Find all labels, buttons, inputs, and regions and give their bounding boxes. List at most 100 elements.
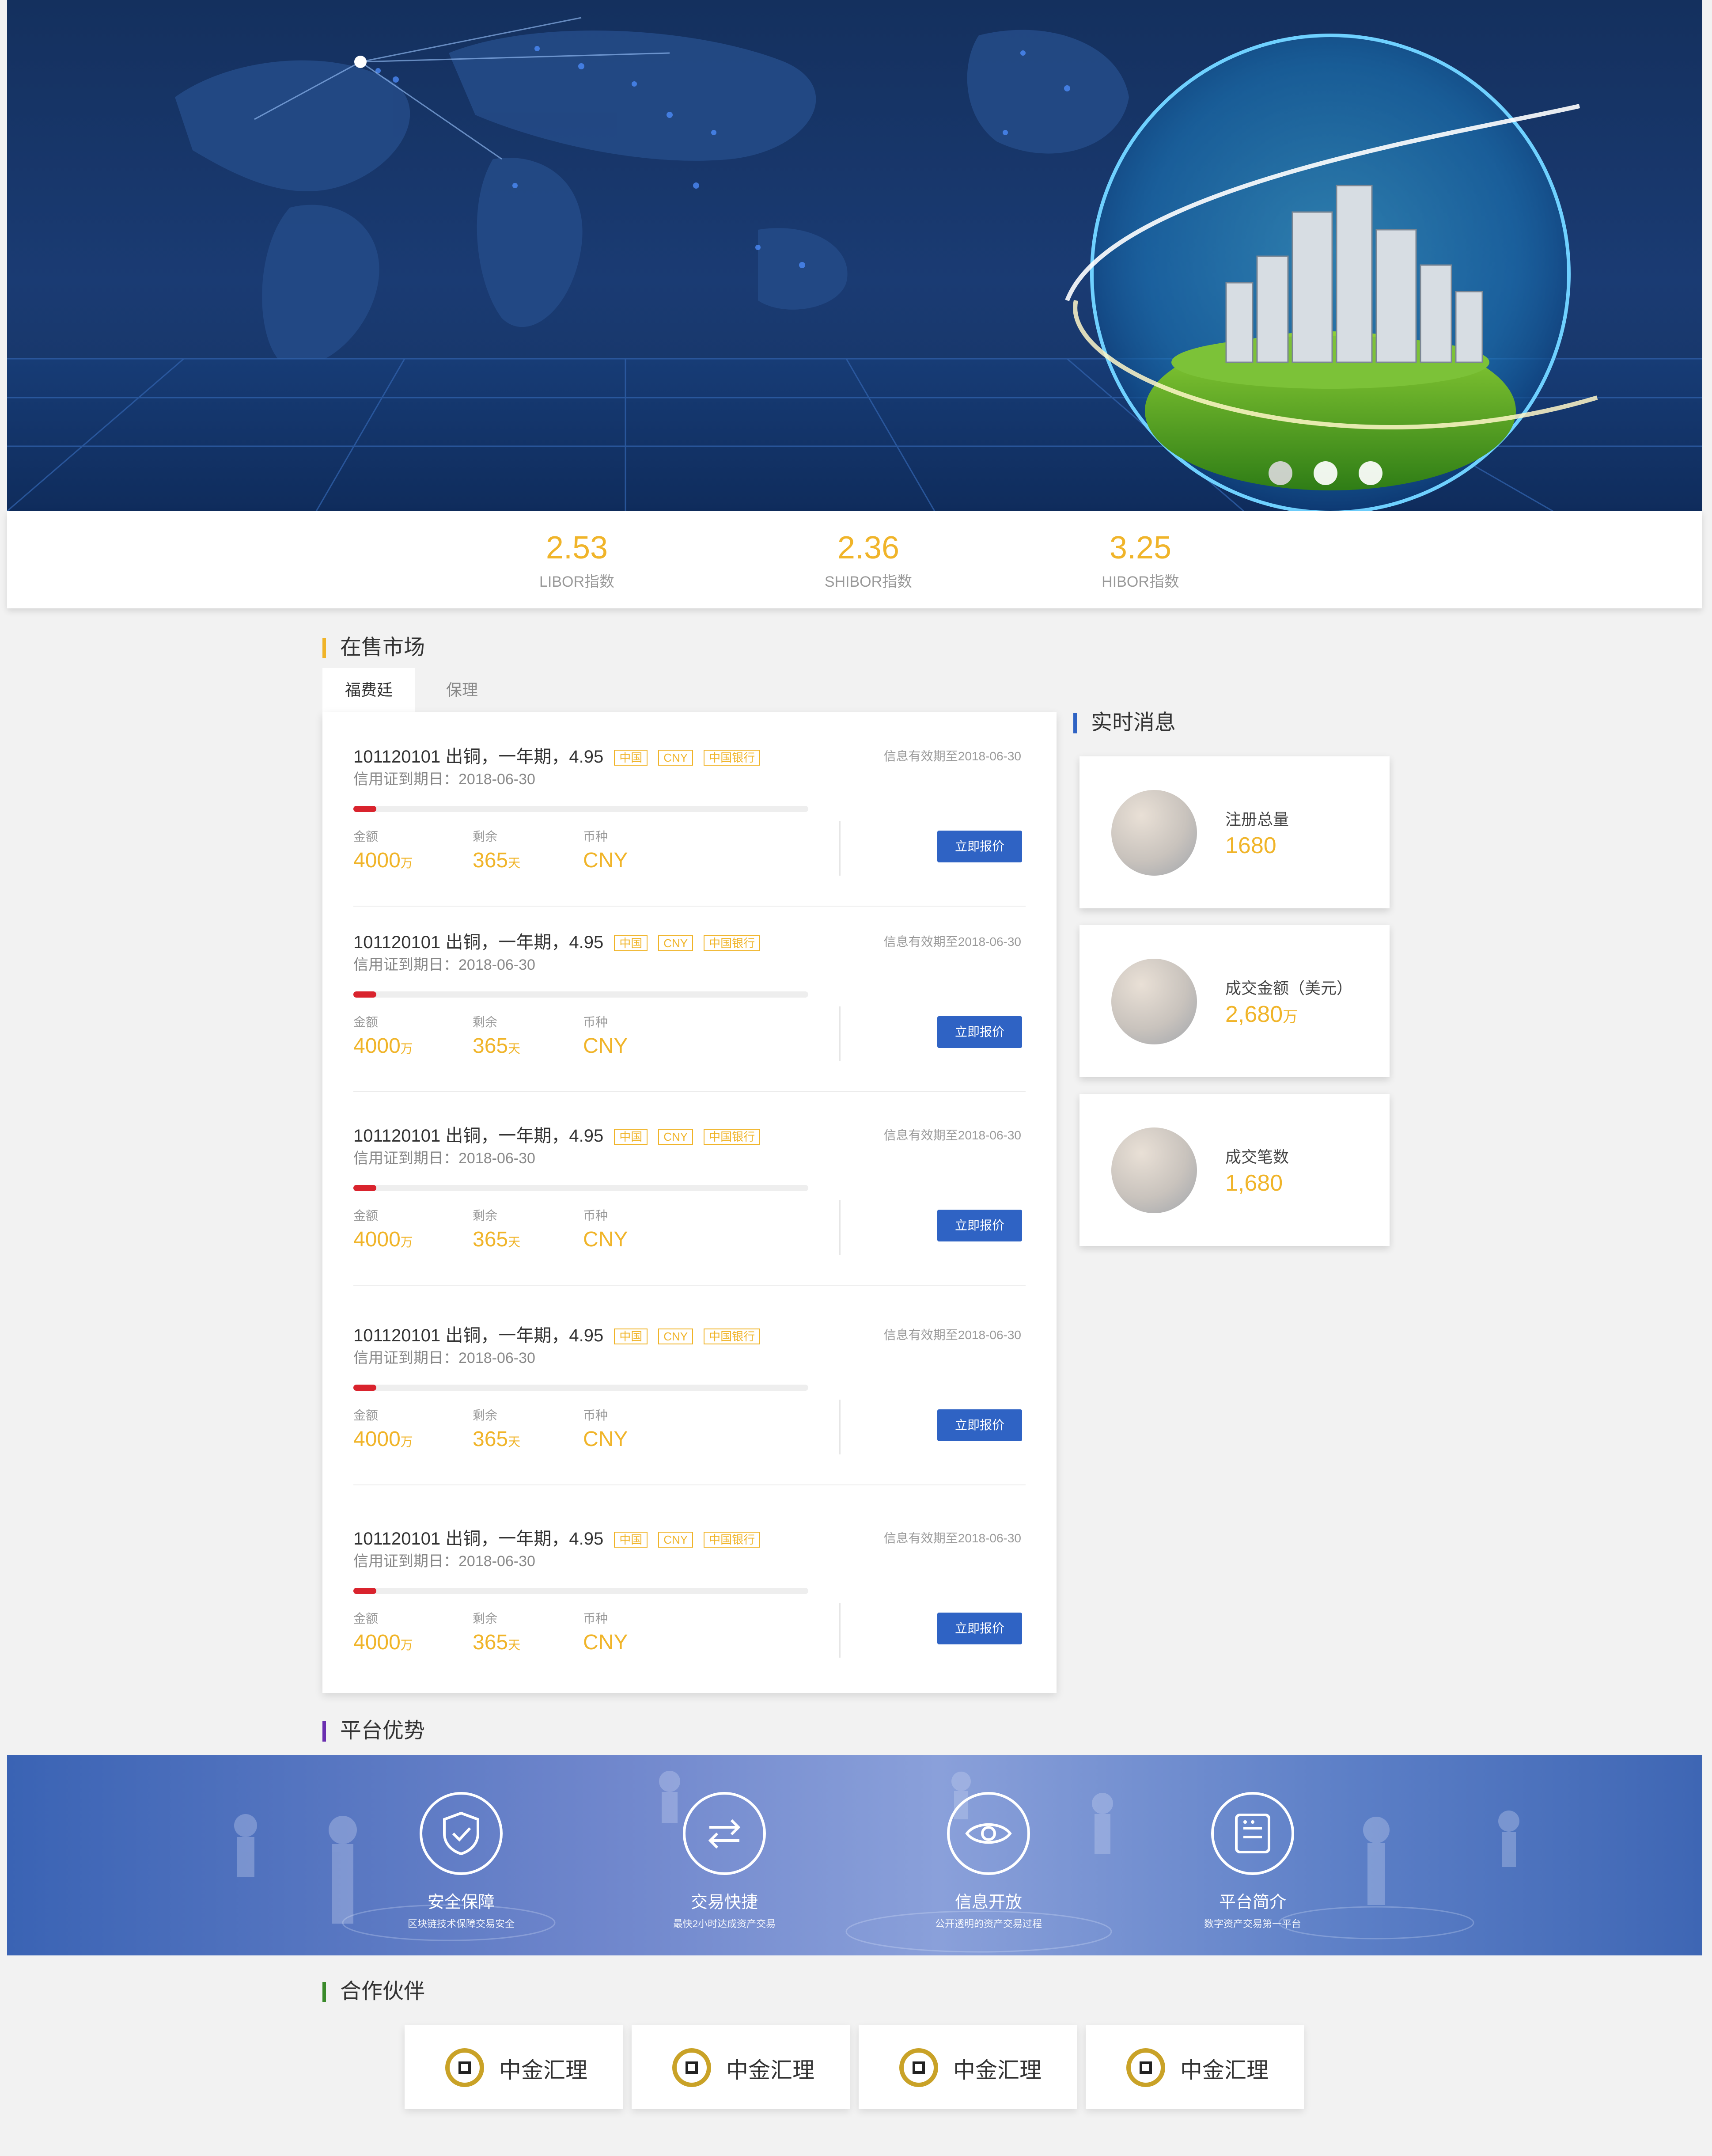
advantage-title: 平台简介 bbox=[1219, 1893, 1286, 1912]
rate-index-bar: 2.53 LIBOR指数 2.36 SHIBOR指数 3.25 HIBOR指数 bbox=[7, 511, 1702, 608]
listing-tag: 中国银行 bbox=[704, 1532, 761, 1548]
listing-tag: CNY bbox=[658, 1329, 693, 1345]
rate-value: 2.36 bbox=[837, 530, 900, 566]
advantage-security[interactable]: 安全保障 区块链技术保障交易安全 bbox=[382, 1792, 541, 1930]
listing-tag: 中国 bbox=[614, 1129, 648, 1145]
advantage-desc: 最快2小时达成资产交易 bbox=[673, 1918, 776, 1929]
quote-now-button[interactable]: 立即报价 bbox=[937, 1613, 1022, 1644]
news-card-registrations[interactable]: 注册总量 1680 bbox=[1079, 756, 1390, 908]
advantages-background bbox=[234, 1771, 1519, 1953]
listing-progress-fill bbox=[353, 1185, 376, 1191]
rate-hibor: 3.25 HIBOR指数 bbox=[1052, 529, 1229, 591]
rate-shibor: 2.36 SHIBOR指数 bbox=[780, 529, 957, 591]
advantage-openness[interactable]: 信息开放 公开透明的资产交易过程 bbox=[909, 1792, 1068, 1930]
partner-logo bbox=[1126, 2048, 1165, 2087]
news-card-count[interactable]: 成交笔数 1,680 bbox=[1079, 1094, 1390, 1246]
news-label: 成交笔数 bbox=[1225, 1148, 1289, 1166]
carousel-dot-3[interactable] bbox=[1359, 461, 1382, 485]
section-title-news: 实时消息 bbox=[1073, 710, 1176, 736]
partner-card[interactable]: 中金汇理 bbox=[859, 2025, 1077, 2109]
carousel-dot-2[interactable] bbox=[1314, 461, 1337, 485]
listing-progress-bar bbox=[353, 1385, 808, 1391]
quote-now-button[interactable]: 立即报价 bbox=[937, 1016, 1022, 1048]
listing-tag: CNY bbox=[658, 750, 693, 766]
advantage-intro[interactable]: 平台简介 数字资产交易第一平台 bbox=[1173, 1792, 1332, 1930]
listing-valid-until: 信息有效期至2018-06-30 bbox=[883, 1531, 1021, 1545]
partner-card[interactable]: 中金汇理 bbox=[1086, 2025, 1304, 2109]
listing-valid-until: 信息有效期至2018-06-30 bbox=[883, 749, 1021, 763]
news-label: 成交金额（美元） bbox=[1225, 979, 1353, 997]
listing-remaining: 剩余 365天 bbox=[473, 830, 521, 872]
listing-currency: 币种 CNY bbox=[583, 830, 628, 872]
news-value: 1680 bbox=[1225, 833, 1276, 858]
divider bbox=[839, 1603, 841, 1658]
listing-title: 101120101 出铜，一年期，4.95 中国 CNY 中国银行 bbox=[353, 1321, 761, 1347]
listing-amount: 金额 4000万 bbox=[353, 1612, 413, 1654]
listing-amount: 金额 4000万 bbox=[353, 1408, 413, 1451]
rate-label: LIBOR指数 bbox=[539, 573, 615, 590]
advantage-desc: 区块链技术保障交易安全 bbox=[407, 1918, 515, 1929]
listing-remaining: 剩余 365天 bbox=[473, 1209, 521, 1251]
hero-banner[interactable] bbox=[7, 0, 1702, 511]
partner-logo bbox=[445, 2048, 484, 2087]
listing-progress-fill bbox=[353, 991, 376, 998]
listing-expiry: 信用证到期日：2018-06-30 bbox=[353, 771, 535, 788]
news-value: 1,680 bbox=[1225, 1170, 1283, 1196]
advantage-desc: 数字资产交易第一平台 bbox=[1204, 1918, 1301, 1929]
carousel-dots bbox=[1269, 461, 1382, 485]
listing-progress-bar bbox=[353, 1588, 808, 1594]
listing-remaining: 剩余 365天 bbox=[473, 1015, 521, 1058]
divider bbox=[839, 1200, 841, 1255]
listing-row: 101120101 出铜，一年期，4.95 中国 CNY 中国银行 信用证到期日：201… bbox=[322, 712, 1057, 907]
news-value: 2,680万 bbox=[1225, 1002, 1298, 1027]
carousel-dot-1[interactable] bbox=[1269, 461, 1292, 485]
rate-label: HIBOR指数 bbox=[1102, 573, 1179, 590]
shield-check-icon bbox=[420, 1792, 503, 1875]
advantages-banner: 安全保障 区块链技术保障交易安全 交易快捷 最快2小时达成资产交易 信息开放 公… bbox=[7, 1755, 1702, 1955]
listing-amount: 金额 4000万 bbox=[353, 1209, 413, 1251]
listing-valid-until: 信息有效期至2018-06-30 bbox=[883, 935, 1021, 949]
advantage-desc: 公开透明的资产交易过程 bbox=[935, 1918, 1042, 1929]
listing-tag: 中国银行 bbox=[704, 1329, 761, 1345]
news-card-amount[interactable]: 成交金额（美元） 2,680万 bbox=[1079, 925, 1390, 1077]
listing-title: 101120101 出铜，一年期，4.95 中国 CNY 中国银行 bbox=[353, 742, 761, 768]
partner-card[interactable]: 中金汇理 bbox=[405, 2025, 623, 2109]
section-title-advantages: 平台优势 bbox=[322, 1718, 425, 1744]
listing-amount: 金额 4000万 bbox=[353, 830, 413, 872]
listing-progress-bar bbox=[353, 991, 808, 998]
quote-now-button[interactable]: 立即报价 bbox=[937, 831, 1022, 862]
avatar bbox=[1111, 1127, 1197, 1213]
quote-now-button[interactable]: 立即报价 bbox=[937, 1210, 1022, 1241]
listing-progress-fill bbox=[353, 1385, 376, 1391]
divider bbox=[839, 1006, 841, 1061]
listing-tag: 中国 bbox=[614, 750, 648, 766]
section-title-partners: 合作伙伴 bbox=[322, 1978, 425, 2005]
rate-label: SHIBOR指数 bbox=[824, 573, 913, 590]
listing-expiry: 信用证到期日：2018-06-30 bbox=[353, 1350, 535, 1366]
listing-valid-until: 信息有效期至2018-06-30 bbox=[883, 1328, 1021, 1342]
listing-tag: CNY bbox=[658, 1129, 693, 1145]
listing-amount: 金额 4000万 bbox=[353, 1015, 413, 1058]
listing-progress-bar bbox=[353, 806, 808, 812]
listing-remaining: 剩余 365天 bbox=[473, 1408, 521, 1451]
listing-progress-fill bbox=[353, 1588, 376, 1594]
listing-progress-fill bbox=[353, 806, 376, 812]
partner-card[interactable]: 中金汇理 bbox=[632, 2025, 850, 2109]
advantage-speed[interactable]: 交易快捷 最快2小时达成资产交易 bbox=[645, 1792, 804, 1930]
quote-now-button[interactable]: 立即报价 bbox=[937, 1409, 1022, 1441]
listing-row: 101120101 出铜，一年期，4.95 中国 CNY 中国银行 信用证到期日：201… bbox=[322, 1291, 1057, 1485]
partner-name: 中金汇理 bbox=[726, 2058, 814, 2083]
listing-tag: 中国银行 bbox=[704, 750, 761, 766]
listing-currency: 币种 CNY bbox=[583, 1612, 628, 1654]
tab-forfaiting[interactable]: 福费廷 bbox=[322, 668, 415, 712]
partner-name: 中金汇理 bbox=[499, 2058, 587, 2083]
listing-tag: 中国 bbox=[614, 1532, 648, 1548]
listing-remaining: 剩余 365天 bbox=[473, 1612, 521, 1654]
divider bbox=[353, 1285, 1026, 1286]
divider bbox=[353, 1484, 1026, 1485]
divider bbox=[839, 821, 841, 876]
advantage-title: 安全保障 bbox=[427, 1893, 495, 1912]
rate-libor: 2.53 LIBOR指数 bbox=[489, 529, 665, 591]
avatar bbox=[1111, 959, 1197, 1044]
tab-factoring[interactable]: 保理 bbox=[422, 668, 502, 712]
